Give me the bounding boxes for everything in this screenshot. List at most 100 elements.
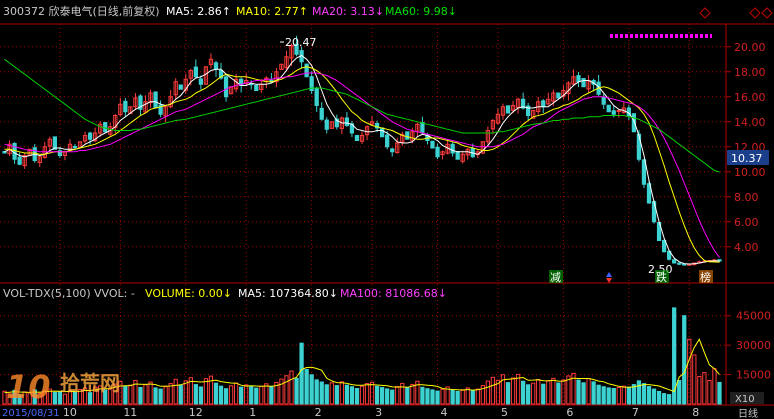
candle-body [581,78,586,88]
ma60-legend: MA60: 9.98↓ [385,5,457,18]
candle-body [304,63,309,78]
candle-body [601,96,606,105]
volume-bar [666,394,672,405]
svg-text:拾荒网: 拾荒网 [60,371,120,395]
candle-body [541,100,546,108]
volume-bar [626,386,631,405]
tag-reduce[interactable]: 减 [550,271,561,284]
stock-chart-window: 300372 欣泰电气(日线,前复权) MA5: 2.86↑ MA10: 2.7… [0,0,774,419]
candle-body [405,131,410,140]
volume-bar [425,388,430,405]
volume-bar [500,374,506,405]
volume-bar [339,381,344,405]
volume-bar [576,379,581,405]
volume-bar [319,381,324,405]
tag-fall[interactable]: 跌 [656,270,667,284]
x-tick-label: 5 [501,406,508,419]
volume-bar [259,385,264,405]
volume-bar [52,391,58,405]
volume-bar [374,385,380,405]
diamond-outline-icon[interactable] [749,7,773,19]
price-tick-label: 10.00 [734,166,766,179]
chart-canvas: 300372 欣泰电气(日线,前复权) MA5: 2.86↑ MA10: 2.7… [0,4,774,419]
volume-bar [465,387,470,405]
volume-bar [223,388,229,405]
volume-bar [138,387,143,405]
volume-bar [717,381,722,405]
candle-body [435,146,440,158]
volume-bar [531,382,536,405]
scale-label: X10 [735,394,755,405]
price-tick-label: 6.00 [734,216,759,229]
candle-body [314,87,319,106]
triangle-down-marker-icon [606,278,612,283]
price-tick-label: 8.00 [734,191,759,204]
candle-body [556,92,561,99]
volume-bar [309,374,314,405]
moving-average-lines [4,54,720,265]
x-tick-label: 8 [692,406,699,419]
volume-bar [536,378,541,405]
volume-bar [596,384,601,405]
volume-bar [314,379,319,405]
volume-legend: VOLUME: 0.00↓ [145,287,232,300]
ma5-line [4,54,720,265]
x-tick-label: 12 [189,406,203,419]
volume-bar [646,386,652,405]
candle-body [420,122,425,134]
volume-bar [702,372,707,405]
volume-bar [661,393,667,405]
volume-bar [430,389,435,405]
triangle-marker-icon [606,272,612,277]
volume-bar [636,380,642,405]
volume-bar [510,377,516,405]
volume-ma5-legend: MA5: 107364.80↓ [238,287,338,300]
volume-bar [641,383,647,405]
volume-bar [410,384,415,405]
volume-y-ticks: 45000 30000 15000 [726,310,771,382]
ma60-line [4,58,720,173]
candle-body [677,262,682,265]
volume-bar [62,393,68,405]
volume-bar [304,368,309,405]
ma20-line [4,72,720,258]
candle-body [72,146,78,149]
candle-body [324,119,329,130]
candlestick-series [2,35,722,266]
volume-tick-label: 30000 [736,339,771,352]
x-tick-label: 11 [123,406,137,419]
price-tick-label: 18.00 [734,66,766,79]
volume-bar [153,387,158,405]
volume-bar [455,390,460,405]
volume-bar [485,380,491,405]
price-gridlines [0,46,726,248]
period-label[interactable]: 日线 [738,407,758,419]
volume-bar [505,382,511,405]
candle-body [17,156,22,165]
diamond-icon[interactable] [699,7,711,19]
volume-bar [440,388,445,405]
volume-bar [656,390,662,405]
x-tick-label: 10 [63,406,77,419]
price-tick-label: 4.00 [734,241,759,254]
volume-bar [239,386,244,405]
volume-gridlines [0,315,726,376]
volume-bar [651,388,657,405]
price-tick-label: 20.00 [734,41,766,54]
volume-bar [420,386,425,405]
candle-body [672,259,677,264]
volume-bar [450,389,455,405]
volume-bar [551,377,556,405]
volume-bar [173,378,178,405]
candle-body [611,110,616,115]
tag-list[interactable]: 榜 [700,270,711,284]
volume-bar [606,387,611,405]
candle-body [123,100,128,113]
candle-body [344,117,350,126]
volume-bar [123,386,128,405]
volume-bar [279,378,284,405]
volume-bar [611,388,616,405]
volume-bar [591,381,596,405]
volume-bar [198,386,204,405]
stock-title: 300372 欣泰电气(日线,前复权) [3,4,160,18]
